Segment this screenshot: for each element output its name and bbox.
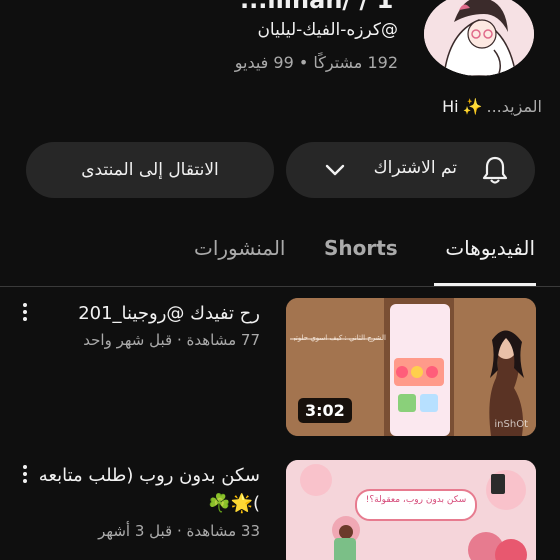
video-item[interactable]: سكن بدون روب، معقولة؟! سكن بدون روب (طلب…: [0, 460, 560, 560]
video-meta: 77 مشاهدة · قبل شهر واحد: [83, 331, 260, 349]
channel-name: ...iiinan/ / 1: [240, 0, 420, 12]
sparkles-emoji: ✨: [462, 97, 483, 116]
more-link[interactable]: المزيد...: [486, 97, 542, 116]
tab-shorts[interactable]: Shorts: [324, 236, 398, 260]
bell-icon[interactable]: [481, 155, 509, 190]
channel-description[interactable]: المزيد... ✨ Hi: [442, 97, 542, 116]
go-to-forum-label: الانتقال إلى المنتدى: [81, 160, 219, 180]
subscribed-label: تم الاشتراك: [373, 158, 457, 178]
subscribed-button[interactable]: تم الاشتراك: [286, 142, 535, 198]
thumbnail-caption: الشرح الثاني : كيف اسوي حلوتي: [294, 334, 386, 342]
video-thumbnail[interactable]: سكن بدون روب، معقولة؟!: [286, 460, 536, 560]
channel-avatar[interactable]: [424, 0, 534, 76]
description-text: Hi: [442, 97, 459, 116]
channel-handle: @كرزه-الفيك-ليليان: [257, 20, 398, 40]
thumbnail-caption: سكن بدون روب، معقولة؟!: [365, 495, 467, 505]
video-item[interactable]: الشرح الثاني : كيف اسوي حلوتي inShOt 3:0…: [0, 298, 560, 438]
tab-posts[interactable]: المنشورات: [194, 236, 285, 260]
channel-stats: 192 مشتركًا • 99 فيديو: [234, 53, 398, 72]
tab-videos[interactable]: الفيديوهات: [445, 236, 535, 260]
video-title[interactable]: سكن بدون روب (طلب متابعه )🌟☘️: [30, 462, 260, 518]
video-meta: 33 مشاهدة · قبل 3 أشهر: [98, 522, 260, 540]
thumbnail-watermark: inShOt: [494, 419, 528, 430]
tabs-divider: [0, 286, 560, 287]
chevron-down-icon: [324, 162, 346, 182]
video-duration: 3:02: [298, 398, 352, 423]
go-to-forum-button[interactable]: الانتقال إلى المنتدى: [26, 142, 274, 198]
video-title[interactable]: رح تفيدك @روجينا_201: [30, 300, 260, 328]
